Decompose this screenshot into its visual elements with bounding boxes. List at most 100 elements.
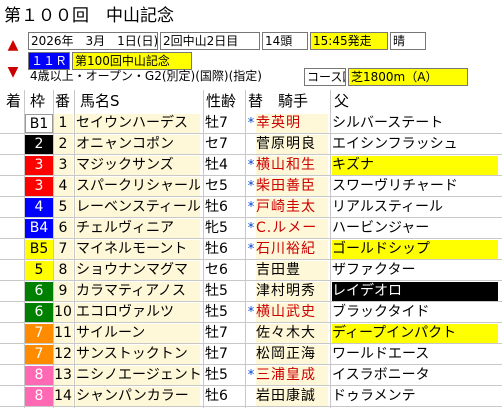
jockey-name: 佐々木大 xyxy=(256,324,328,343)
horse-number: 6 xyxy=(53,219,73,238)
field-size: 14頭 xyxy=(262,32,308,50)
horse-number: 4 xyxy=(53,177,73,196)
jockey-name: 石川裕紀 xyxy=(256,240,328,259)
header-horse: 馬名S xyxy=(80,92,120,110)
sex-age: 牡5 xyxy=(205,283,228,299)
waku-badge: 6 xyxy=(25,282,53,301)
sex-age: 牡7 xyxy=(205,325,228,341)
sire-name: エイシンフラッシュ xyxy=(332,136,458,152)
waku-badge: 7 xyxy=(25,345,53,364)
weather: 晴 xyxy=(390,32,426,50)
course-map-label[interactable]: コース図 xyxy=(304,68,346,86)
sex-age: 牡6 xyxy=(205,241,228,257)
sire-name: ザファクター xyxy=(332,262,416,278)
jockey-change-mark: * xyxy=(247,242,255,257)
waku-badge: B5 xyxy=(25,240,53,259)
horse-number: 11 xyxy=(53,324,73,343)
table-row[interactable]: 6 10 エコロヴァルツ 牡5 * 横山武史 ブラックタイド xyxy=(0,302,502,322)
header-waku: 枠 xyxy=(30,92,46,110)
horse-number: 2 xyxy=(53,135,73,154)
horse-name: エコロヴァルツ xyxy=(76,303,200,322)
sire-name: レイデオロ xyxy=(332,282,498,301)
sex-age: 牡7 xyxy=(205,346,228,362)
jockey-name: 吉田豊 xyxy=(256,261,328,280)
table-row[interactable]: B1 1 セイウンハーデス 牡7 * 幸英明 シルバーステート xyxy=(0,113,502,133)
sire-name: イスラボニータ xyxy=(332,367,430,383)
sex-age: セ5 xyxy=(205,178,228,194)
jockey-name: 菅原明良 xyxy=(256,135,328,154)
sex-age: 牝5 xyxy=(205,220,228,236)
jockey-name: 横山武史 xyxy=(256,303,328,322)
sex-age: セ6 xyxy=(205,262,228,278)
next-race-down-arrow-icon[interactable]: ▼ xyxy=(2,59,24,85)
horse-number: 13 xyxy=(53,366,73,385)
table-row[interactable]: 3 3 マジックサンズ 牡4 * 横山和生 キズナ xyxy=(0,155,502,175)
table-row[interactable]: 4 5 レーベンスティール 牡6 * 戸崎圭太 リアルスティール xyxy=(0,197,502,217)
jockey-change-mark: * xyxy=(247,158,255,173)
table-row[interactable]: B5 7 マイネルモーント 牡6 * 石川裕紀 ゴールドシップ xyxy=(0,239,502,259)
sire-name: リアルスティール xyxy=(332,199,444,215)
sex-age: 牡4 xyxy=(205,157,228,173)
prev-race-up-arrow-icon[interactable]: ▲ xyxy=(2,32,24,58)
table-row[interactable]: 3 4 スパークリシャール セ5 * 柴田善臣 スワーヴリチャード xyxy=(0,176,502,196)
sire-name: ドゥラメンテ xyxy=(332,388,416,404)
sex-age: 牡7 xyxy=(205,115,228,131)
sire-name: スワーヴリチャード xyxy=(332,178,458,194)
horse-number: 9 xyxy=(53,282,73,301)
jockey-change-mark: * xyxy=(247,116,255,131)
waku-badge: B4 xyxy=(25,219,53,238)
horse-number: 5 xyxy=(53,198,73,217)
sire-name: ブラックタイド xyxy=(332,304,430,320)
sire-name: ゴールドシップ xyxy=(332,240,498,259)
horse-name: ニシノエージェント xyxy=(76,366,200,385)
jockey-name: 津村明秀 xyxy=(256,282,328,301)
horse-name: サンストックトン xyxy=(76,345,200,364)
sex-age: 牡5 xyxy=(205,367,228,383)
table-row[interactable]: B4 6 チェルヴィニア 牝5 * C.ルメー ハービンジャー xyxy=(0,218,502,238)
header-number: 番 xyxy=(55,92,71,110)
waku-badge: 3 xyxy=(25,156,53,175)
waku-badge: 4 xyxy=(25,198,53,217)
horse-number: 12 xyxy=(53,345,73,364)
waku-badge: 6 xyxy=(25,303,53,322)
table-row[interactable]: 5 8 ショウナンマグマ セ6 吉田豊 ザファクター xyxy=(0,260,502,280)
jockey-name: 戸崎圭太 xyxy=(256,198,328,217)
race-conditions: 4歳以上・オープン・G2(別定)(国際)(指定) xyxy=(30,69,262,83)
header-finish: 着 xyxy=(6,92,22,110)
horse-number: 1 xyxy=(53,114,73,133)
jockey-change-mark xyxy=(246,135,256,154)
sire-name: キズナ xyxy=(332,156,498,175)
horse-name: ショウナンマグマ xyxy=(76,261,200,280)
jockey-name: 松岡正海 xyxy=(256,345,328,364)
horse-number: 3 xyxy=(53,156,73,175)
table-row[interactable]: 2 2 オニャンコポン セ7 菅原明良 エイシンフラッシュ xyxy=(0,134,502,154)
horse-number: 7 xyxy=(53,240,73,259)
waku-badge: 5 xyxy=(25,261,53,280)
table-header: 着 枠 番 馬名S 性齢 替 騎手 父 xyxy=(0,90,502,112)
post-time: 15:45発走 xyxy=(310,32,388,50)
jockey-change-mark xyxy=(246,282,256,301)
horse-name: カラマティアノス xyxy=(76,282,200,301)
table-row[interactable]: 7 12 サンストックトン 牡7 松岡正海 ワールドエース xyxy=(0,344,502,364)
table-row[interactable]: 8 13 ニシノエージェント 牡5 * 三浦皇成 イスラボニータ xyxy=(0,365,502,385)
horse-number: 14 xyxy=(53,387,73,406)
waku-badge: 8 xyxy=(25,387,53,406)
header-sire: 父 xyxy=(334,92,350,110)
header-jockey: 騎手 xyxy=(278,92,309,110)
sex-age: 牡5 xyxy=(205,304,228,320)
horse-number: 10 xyxy=(53,303,73,322)
horse-number: 8 xyxy=(53,261,73,280)
race-info-panel: ▲ ▼ 2026年 3月 1日(日) 2回中山2日目 14頭 15:45発走 晴… xyxy=(0,32,502,86)
horse-name: マイネルモーント xyxy=(76,240,200,259)
horse-name: チェルヴィニア xyxy=(76,219,200,238)
table-row[interactable]: 8 14 シャンパンカラー 牡6 岩田康誠 ドゥラメンテ xyxy=(0,386,502,406)
table-row[interactable]: 6 9 カラマティアノス 牡5 津村明秀 レイデオロ xyxy=(0,281,502,301)
sire-name: ハービンジャー xyxy=(332,220,430,236)
horse-name: サイルーン xyxy=(76,324,200,343)
jockey-name: 三浦皇成 xyxy=(256,366,328,385)
table-row[interactable]: 7 11 サイルーン 牡7 佐々木大 ディープインパクト xyxy=(0,323,502,343)
sire-name: ディープインパクト xyxy=(332,324,498,343)
jockey-change-mark: * xyxy=(247,179,255,194)
horse-name: オニャンコポン xyxy=(76,135,200,154)
jockey-change-mark: * xyxy=(247,305,255,320)
